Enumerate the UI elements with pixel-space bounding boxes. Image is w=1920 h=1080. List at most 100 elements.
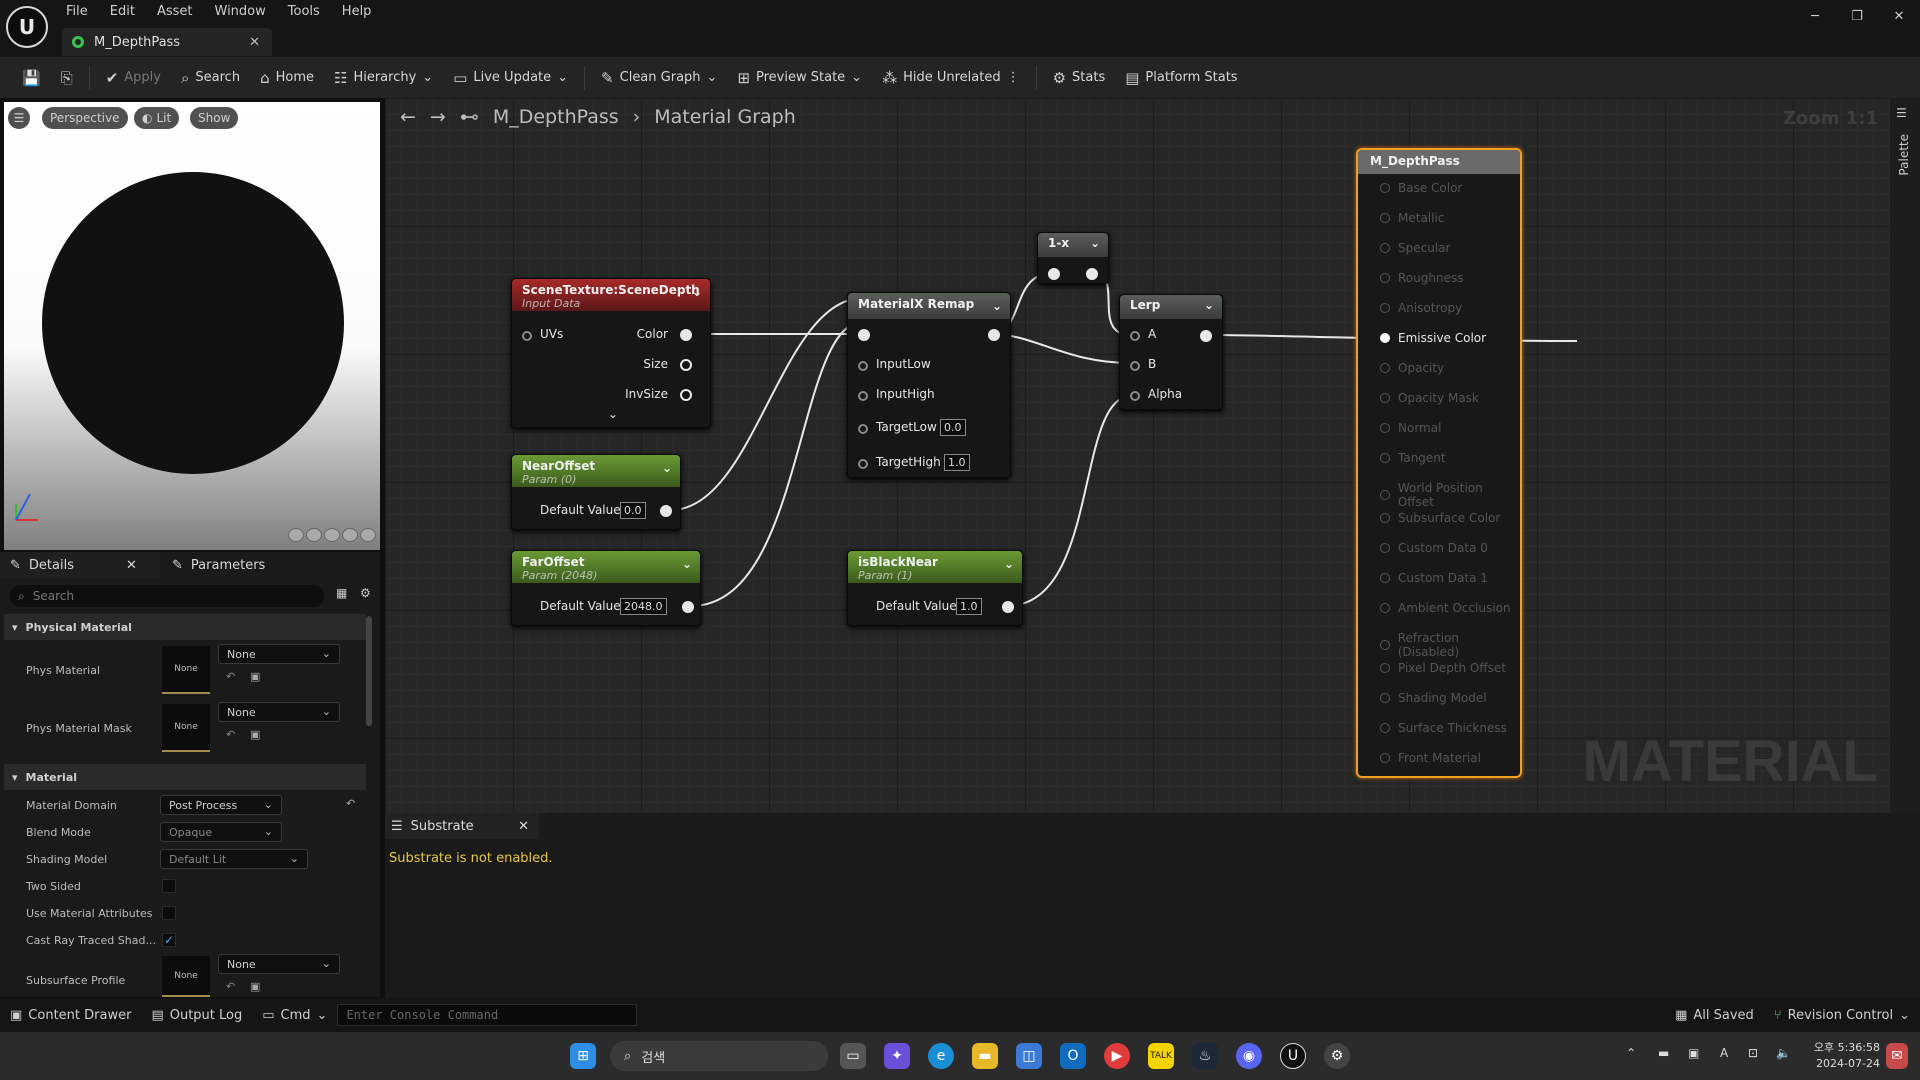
- node-one-minus[interactable]: 1-x ⌄: [1037, 232, 1109, 284]
- reset-icon[interactable]: ↶: [226, 728, 235, 741]
- pin-uvs[interactable]: [522, 331, 532, 341]
- pin-is-black-near-out[interactable]: [1002, 601, 1014, 613]
- output-pin-row[interactable]: Emissive Color: [1380, 331, 1486, 345]
- output-pin-row[interactable]: Specular: [1380, 241, 1450, 255]
- steam-icon[interactable]: ♨: [1192, 1043, 1218, 1069]
- output-pin[interactable]: [1380, 640, 1390, 650]
- section-physical-material[interactable]: ▾ Physical Material: [4, 614, 366, 640]
- windows-start-icon[interactable]: ⊞: [570, 1043, 596, 1069]
- target-low-input[interactable]: 0.0: [940, 419, 966, 436]
- browse-button[interactable]: ⎘: [53, 63, 81, 93]
- cmd-button[interactable]: ▭ Cmd ⌄: [252, 1008, 337, 1023]
- unreal-logo-icon[interactable]: U: [6, 6, 48, 48]
- pin-one-minus-in[interactable]: [1048, 268, 1060, 280]
- stats-button[interactable]: ⚙ Stats: [1045, 63, 1114, 93]
- plane-icon[interactable]: [324, 528, 340, 542]
- output-pin-row[interactable]: Custom Data 1: [1380, 571, 1488, 585]
- close-icon[interactable]: ✕: [126, 558, 137, 573]
- output-pin-row[interactable]: Front Material: [1380, 751, 1481, 765]
- pin-lerp-alpha[interactable]: [1130, 391, 1140, 401]
- phys-material-dropdown[interactable]: None ⌄: [218, 644, 340, 664]
- output-pin-row[interactable]: Base Color: [1380, 181, 1462, 195]
- tray-device-icon[interactable]: ▣: [1688, 1046, 1699, 1060]
- output-pin[interactable]: [1380, 183, 1390, 193]
- cylinder-icon[interactable]: [288, 528, 304, 542]
- file-explorer-icon[interactable]: ▬: [972, 1043, 998, 1069]
- browse-icon[interactable]: ▣: [250, 728, 260, 741]
- two-sided-checkbox[interactable]: [162, 879, 176, 893]
- notification-icon[interactable]: ✉: [1886, 1043, 1908, 1069]
- edge-icon[interactable]: e: [928, 1043, 954, 1069]
- output-pin[interactable]: [1380, 603, 1390, 613]
- output-pin[interactable]: [1380, 693, 1390, 703]
- output-pin[interactable]: [1380, 393, 1390, 403]
- content-drawer-button[interactable]: ▣ Content Drawer: [0, 1008, 141, 1023]
- tab-details[interactable]: ✎ Details ✕: [10, 552, 137, 578]
- is-black-near-default-input[interactable]: 1.0: [956, 598, 982, 615]
- outlook-icon[interactable]: O: [1060, 1043, 1086, 1069]
- output-log-button[interactable]: ▤ Output Log: [141, 1008, 252, 1023]
- table-view-icon[interactable]: ▦: [336, 586, 347, 600]
- output-pin-row[interactable]: Pixel Depth Offset: [1380, 661, 1506, 675]
- near-offset-default-input[interactable]: 0.0: [620, 502, 646, 519]
- output-pin[interactable]: [1380, 333, 1390, 343]
- all-saved-button[interactable]: ▦ All Saved: [1665, 1008, 1764, 1023]
- blend-mode-dropdown[interactable]: Opaque ⌄: [160, 822, 282, 842]
- settings-icon[interactable]: ⚙: [1324, 1043, 1350, 1069]
- output-pin-row[interactable]: Surface Thickness: [1380, 721, 1507, 735]
- menu-window[interactable]: Window: [215, 2, 266, 22]
- output-pin-row[interactable]: Anisotropy: [1380, 301, 1462, 315]
- browse-icon[interactable]: ▣: [250, 670, 260, 683]
- restore-icon[interactable]: ❐: [1836, 0, 1878, 32]
- hierarchy-button[interactable]: ☷ Hierarchy ⌄: [326, 63, 441, 93]
- output-pin[interactable]: [1380, 363, 1390, 373]
- output-pin-row[interactable]: Metallic: [1380, 211, 1444, 225]
- sphere-icon[interactable]: [306, 528, 322, 542]
- network-icon[interactable]: ⊡: [1748, 1046, 1758, 1060]
- home-button[interactable]: ⌂ Home: [252, 63, 322, 93]
- chevron-down-icon[interactable]: ⌄: [682, 557, 692, 571]
- task-view-icon[interactable]: ▭: [840, 1043, 866, 1069]
- pin-size[interactable]: [680, 359, 692, 371]
- material-domain-dropdown[interactable]: Post Process ⌄: [160, 795, 282, 815]
- output-pin-row[interactable]: World Position Offset: [1380, 481, 1520, 509]
- document-tab[interactable]: M_DepthPass ✕: [62, 28, 272, 56]
- store-icon[interactable]: ◫: [1016, 1043, 1042, 1069]
- output-pin-row[interactable]: Normal: [1380, 421, 1441, 435]
- perspective-button[interactable]: Perspective: [42, 107, 128, 129]
- lit-button[interactable]: ◐ Lit: [134, 107, 180, 129]
- pin-lerp-a[interactable]: [1130, 331, 1140, 341]
- platform-stats-button[interactable]: ▤ Platform Stats: [1117, 63, 1245, 93]
- tab-parameters[interactable]: ✎ Parameters: [172, 552, 265, 578]
- expand-chevron-icon[interactable]: ⌄: [608, 407, 618, 421]
- chevron-down-icon[interactable]: ⌄: [692, 285, 702, 299]
- palette-menu-icon[interactable]: ☰: [1896, 106, 1907, 120]
- pin-invsize[interactable]: [680, 389, 692, 401]
- output-pin[interactable]: [1380, 513, 1390, 523]
- output-pin[interactable]: [1380, 273, 1390, 283]
- browse-icon[interactable]: ▣: [250, 980, 260, 993]
- pin-remap-out[interactable]: [988, 329, 1000, 341]
- clock[interactable]: 오후 5:36:58 2024-07-24: [1800, 1040, 1880, 1072]
- node-materialx-remap[interactable]: MaterialX Remap ⌄ InputLow InputHigh Tar…: [847, 292, 1011, 478]
- output-pin[interactable]: [1380, 543, 1390, 553]
- material-graph[interactable]: ← → ⊷ M_DepthPass › Material Graph Zoom …: [385, 98, 1890, 813]
- copilot-icon[interactable]: ✦: [884, 1043, 910, 1069]
- chevron-down-icon[interactable]: ⌄: [1090, 236, 1100, 250]
- output-pin[interactable]: [1380, 243, 1390, 253]
- pin-remap-in[interactable]: [858, 329, 870, 341]
- menu-edit[interactable]: Edit: [110, 2, 135, 22]
- pin-near-offset-out[interactable]: [660, 505, 672, 517]
- node-scene-texture[interactable]: SceneTexture:SceneDepth Input Data ⌄ UVs…: [511, 278, 711, 428]
- node-lerp[interactable]: Lerp ⌄ A B Alpha: [1119, 294, 1223, 410]
- chevron-down-icon[interactable]: ⌄: [1004, 557, 1014, 571]
- target-high-input[interactable]: 1.0: [944, 454, 970, 471]
- viewport-menu-icon[interactable]: ☰: [8, 107, 30, 129]
- revision-control-button[interactable]: ⑂ Revision Control ⌄: [1764, 1008, 1920, 1023]
- search-button[interactable]: ⌕ Search: [173, 63, 248, 93]
- output-pin-row[interactable]: Opacity: [1380, 361, 1444, 375]
- pin-input-high[interactable]: [858, 391, 868, 401]
- output-pin[interactable]: [1380, 213, 1390, 223]
- preview-state-button[interactable]: ⊞ Preview State ⌄: [729, 63, 870, 93]
- subsurface-profile-dropdown[interactable]: None ⌄: [218, 954, 340, 974]
